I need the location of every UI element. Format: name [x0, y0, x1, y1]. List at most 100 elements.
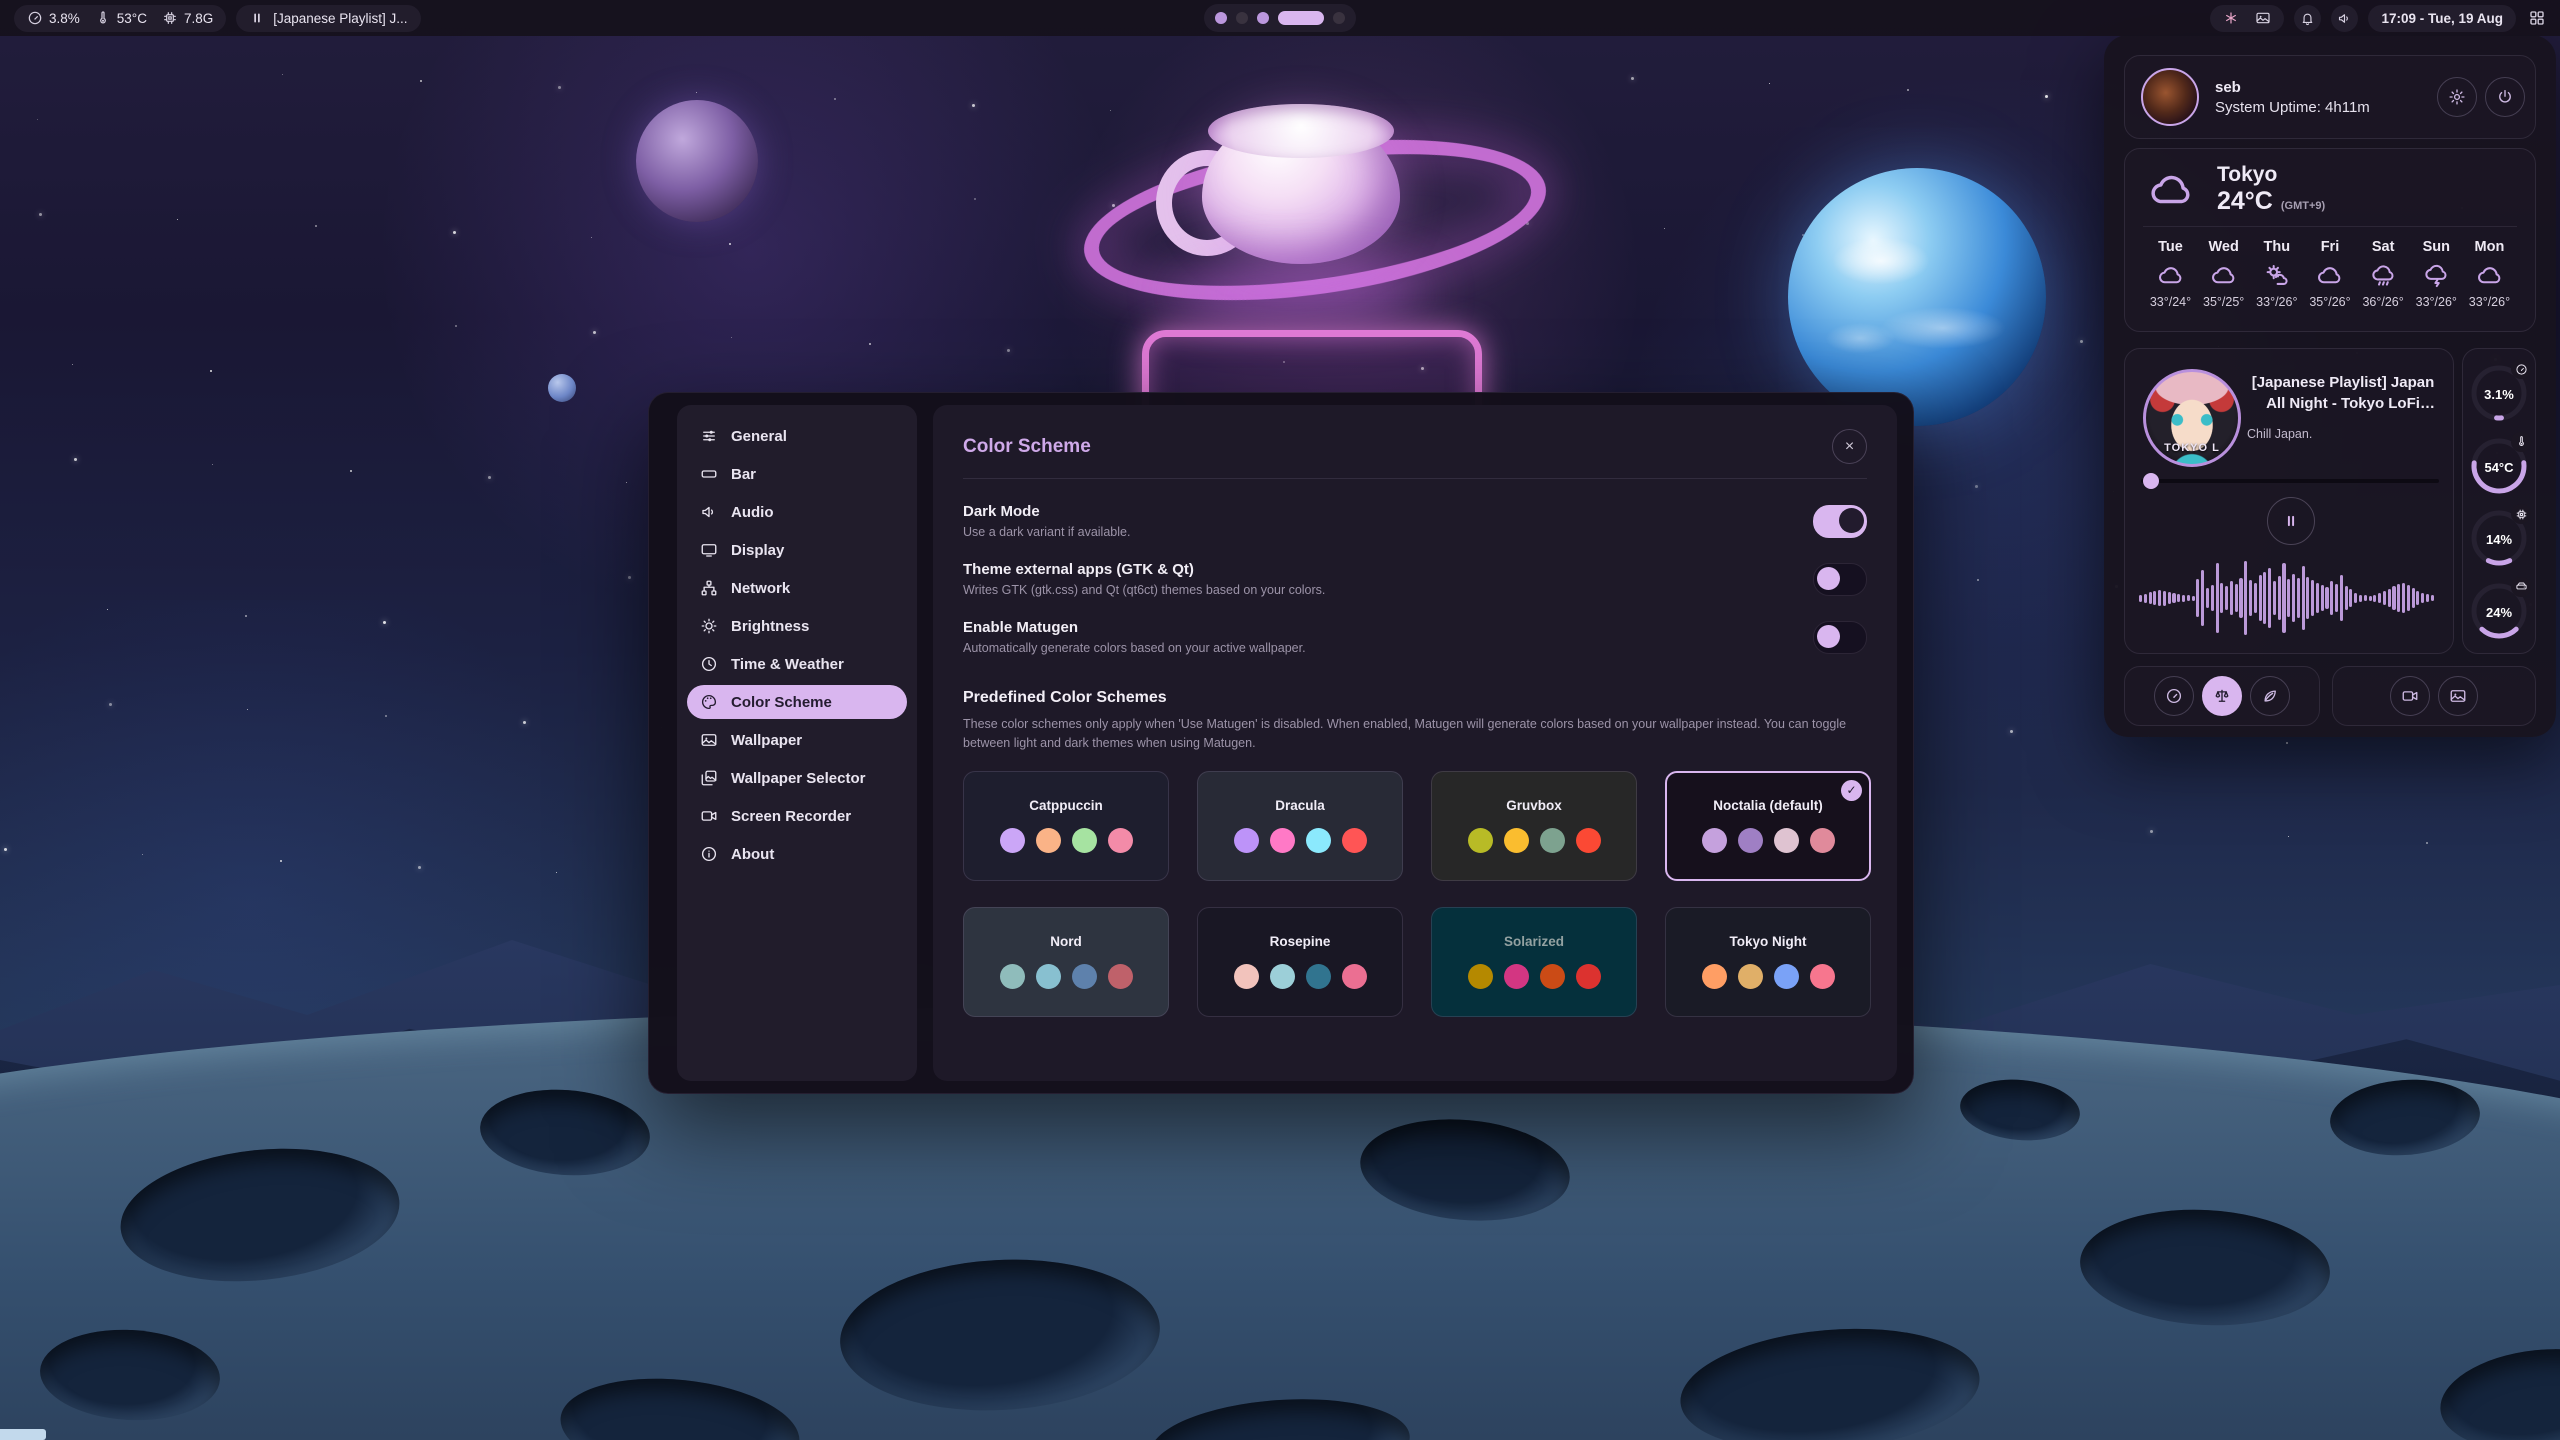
viz-bar: [2149, 592, 2152, 604]
gauge-cpu-usage: 3.1%: [2467, 359, 2531, 425]
star: [107, 609, 108, 610]
setting-row-theme-external-apps-gtk-qt: Theme external apps (GTK & Qt)Writes GTK…: [963, 561, 1867, 597]
notifications-button[interactable]: [2294, 5, 2321, 32]
gauge-icon: [2165, 687, 2183, 705]
sidebar-item-bar[interactable]: Bar: [687, 457, 907, 491]
sidebar-item-general[interactable]: General: [687, 419, 907, 453]
scheme-card-catppuccin[interactable]: Catppuccin: [963, 771, 1169, 881]
setting-title: Enable Matugen: [963, 619, 1306, 636]
workspace-3-occupied[interactable]: [1257, 12, 1269, 24]
star: [488, 476, 491, 479]
workspace-4-active[interactable]: [1278, 11, 1324, 25]
scheme-color-dot: [1072, 964, 1097, 989]
scheme-color-dot: [1306, 828, 1331, 853]
toggle-dark-mode[interactable]: [1813, 505, 1867, 538]
toggle-theme-external-apps-gtk-qt[interactable]: [1813, 563, 1867, 596]
sidebar-item-about[interactable]: About: [687, 837, 907, 871]
workspace-5-empty[interactable]: [1333, 12, 1345, 24]
star: [628, 576, 631, 579]
scheme-name: Rosepine: [1270, 934, 1331, 949]
sidebar-item-network[interactable]: Network: [687, 571, 907, 605]
sidebar-item-wallpaper-selector[interactable]: Wallpaper Selector: [687, 761, 907, 795]
settings-button[interactable]: [2437, 77, 2477, 117]
scheme-color-dot: [1468, 964, 1493, 989]
star: [1977, 579, 1979, 581]
star: [729, 243, 731, 245]
system-tray: [2210, 5, 2284, 32]
viz-bar: [2325, 587, 2328, 609]
recorder-icon: [2401, 687, 2419, 705]
weather-card: Tokyo 24°C (GMT+9) Tue33°/24°Wed35°/25°T…: [2124, 148, 2536, 332]
setting-row-dark-mode: Dark ModeUse a dark variant if available…: [963, 503, 1867, 539]
page-title: Color Scheme: [963, 436, 1091, 458]
user-card: seb System Uptime: 4h11m: [2124, 55, 2536, 139]
viz-bar: [2273, 581, 2276, 615]
weather-timezone: (GMT+9): [2281, 200, 2325, 212]
sidebar-item-wallpaper[interactable]: Wallpaper: [687, 723, 907, 757]
media-pill[interactable]: [Japanese Playlist] J...: [236, 5, 420, 32]
star: [418, 866, 421, 869]
leaf-icon: [2261, 687, 2279, 705]
sidebar-item-brightness[interactable]: Brightness: [687, 609, 907, 643]
profile-balanced-button[interactable]: [2202, 676, 2242, 716]
viz-bar: [2388, 589, 2391, 607]
viz-bar: [2335, 584, 2338, 612]
scheme-card-noctalia-default[interactable]: Noctalia (default)✓: [1665, 771, 1871, 881]
progress-knob[interactable]: [2143, 473, 2159, 489]
wallpaper-button[interactable]: [2438, 676, 2478, 716]
workspace-2-empty[interactable]: [1236, 12, 1248, 24]
scheme-card-tokyo-night[interactable]: Tokyo Night: [1665, 907, 1871, 1017]
scheme-card-solarized[interactable]: Solarized: [1431, 907, 1637, 1017]
viz-bar: [2187, 595, 2190, 601]
pause-button[interactable]: [2267, 497, 2315, 545]
viz-bar: [2263, 572, 2266, 624]
sidebar-item-time-weather[interactable]: Time & Weather: [687, 647, 907, 681]
gauge-value: 24%: [2467, 605, 2531, 620]
viz-bar: [2244, 561, 2247, 635]
viz-bar: [2216, 563, 2219, 633]
gauge-value: 54°C: [2467, 460, 2531, 475]
scheme-card-nord[interactable]: Nord: [963, 907, 1169, 1017]
viz-bar: [2364, 595, 2367, 601]
viz-bar: [2340, 575, 2343, 621]
star: [558, 86, 561, 89]
cup-glow: [1176, 272, 1426, 318]
viz-bar: [2220, 583, 2223, 613]
scheme-color-dot: [1000, 964, 1025, 989]
forecast-tue: Tue33°/24°: [2145, 239, 2196, 309]
star: [37, 119, 38, 120]
sidebar-item-color-scheme[interactable]: Color Scheme: [687, 685, 907, 719]
sidebar-item-audio[interactable]: Audio: [687, 495, 907, 529]
scheme-card-rosepine[interactable]: Rosepine: [1197, 907, 1403, 1017]
sidebar-item-label: Wallpaper Selector: [731, 770, 866, 787]
close-button[interactable]: ×: [1832, 429, 1867, 464]
toggle-enable-matugen[interactable]: [1813, 621, 1867, 654]
apps-grid-icon[interactable]: [2528, 9, 2546, 27]
scheme-card-gruvbox[interactable]: Gruvbox: [1431, 771, 1637, 881]
sidebar-item-label: About: [731, 846, 774, 863]
viz-bar: [2153, 591, 2156, 605]
viz-bar: [2172, 593, 2175, 603]
scheme-color-dot: [1234, 828, 1259, 853]
scheme-card-dracula[interactable]: Dracula: [1197, 771, 1403, 881]
viz-bar: [2378, 593, 2381, 603]
profile-performance-button[interactable]: [2154, 676, 2194, 716]
tray-app-icon[interactable]: [2223, 10, 2239, 26]
sidebar-item-screen-recorder[interactable]: Screen Recorder: [687, 799, 907, 833]
quick-actions-card: [2332, 666, 2536, 726]
screen-recorder-button[interactable]: [2390, 676, 2430, 716]
clock[interactable]: 17:09 - Tue, 19 Aug: [2368, 5, 2516, 32]
storm-icon: [2423, 262, 2450, 289]
scheme-name: Noctalia (default): [1713, 798, 1823, 813]
cloud-icon: [2316, 262, 2343, 289]
workspace-1-occupied[interactable]: [1215, 12, 1227, 24]
sidebar-item-display[interactable]: Display: [687, 533, 907, 567]
photo-tray-icon[interactable]: [2255, 10, 2271, 26]
volume-button[interactable]: [2331, 5, 2358, 32]
profile-power-saver-button[interactable]: [2250, 676, 2290, 716]
day-label: Wed: [2208, 239, 2238, 255]
scheme-name: Dracula: [1275, 798, 1325, 813]
media-progress-bar[interactable]: [2141, 479, 2439, 483]
star: [245, 615, 247, 617]
power-button[interactable]: [2485, 77, 2525, 117]
